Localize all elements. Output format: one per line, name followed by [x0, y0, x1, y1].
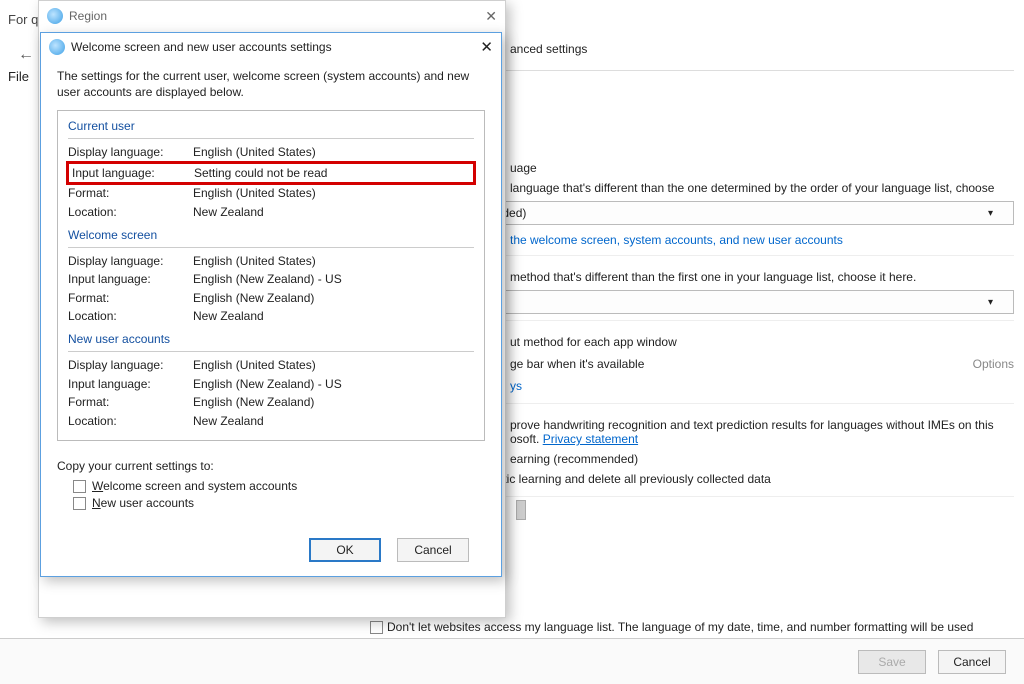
welcome-dialog-title: Welcome screen and new user accounts set… [71, 40, 332, 54]
handwriting-text2: osoft. [510, 432, 539, 446]
chevron-down-icon: ▾ [988, 297, 993, 308]
cu-inputlang-k: Input language: [69, 164, 194, 183]
ws-format-v: English (New Zealand) [193, 289, 474, 308]
nu-displaylang-v: English (United States) [193, 356, 474, 375]
save-button[interactable]: Save [858, 650, 926, 674]
cu-location-k: Location: [68, 203, 193, 222]
options-link[interactable]: Options [973, 357, 1014, 371]
file-menu[interactable]: File [8, 69, 29, 84]
ws-inputlang-v: English (New Zealand) - US [193, 270, 474, 289]
ok-button[interactable]: OK [309, 538, 381, 562]
new-user-checkbox-label: New user accounts [92, 496, 194, 510]
nu-inputlang-v: English (New Zealand) - US [193, 375, 474, 394]
chevron-down-icon: ▾ [988, 208, 993, 219]
cancel-button[interactable]: Cancel [397, 538, 469, 562]
nu-format-k: Format: [68, 393, 193, 412]
dont-let-checkbox[interactable] [370, 621, 383, 634]
cu-displaylang-v: English (United States) [193, 143, 474, 162]
welcome-screen-checkbox-label: Welcome screen and system accounts [92, 479, 297, 493]
bottom-action-bar: Save Cancel [0, 638, 1024, 684]
welcome-screen-checkbox[interactable] [73, 480, 86, 493]
apply-to-accounts-link[interactable]: the welcome screen, system accounts, and… [510, 233, 843, 247]
language-dropdown[interactable]: ended) ▾ [480, 201, 1014, 225]
nu-format-v: English (New Zealand) [193, 393, 474, 412]
nu-location-k: Location: [68, 412, 193, 431]
group-new-user: New user accounts [68, 330, 474, 348]
ws-location-k: Location: [68, 307, 193, 326]
globe-icon [47, 8, 63, 24]
cu-inputlang-v: Setting could not be read [194, 164, 473, 183]
cu-format-v: English (United States) [193, 184, 474, 203]
cu-location-v: New Zealand [193, 203, 474, 222]
nu-displaylang-k: Display language: [68, 356, 193, 375]
welcome-dialog-body: The settings for the current user, welco… [41, 61, 501, 562]
globe-icon [49, 39, 65, 55]
copy-settings-label: Copy your current settings to: [57, 459, 485, 473]
group-current-user: Current user [68, 117, 474, 135]
region-titlebar: Region ✕ [39, 1, 505, 31]
cancel-button[interactable]: Cancel [938, 650, 1006, 674]
intro-text: The settings for the current user, welco… [57, 69, 485, 100]
ws-inputlang-k: Input language: [68, 270, 193, 289]
nu-location-v: New Zealand [193, 412, 474, 431]
dont-let-label: Don't let websites access my language li… [387, 620, 973, 634]
region-title-text: Region [69, 9, 107, 23]
back-arrow-icon[interactable]: ← [18, 46, 34, 64]
handwriting-text: prove handwriting recognition and text p… [510, 418, 994, 432]
cu-format-k: Format: [68, 184, 193, 203]
scrollbar-thumb[interactable] [516, 500, 526, 520]
highlight-input-language: Input language:Setting could not be read [66, 161, 476, 186]
ws-location-v: New Zealand [193, 307, 474, 326]
settings-groupbox: Current user Display language:English (U… [57, 110, 485, 441]
group-welcome-screen: Welcome screen [68, 226, 474, 244]
new-user-checkbox[interactable] [73, 497, 86, 510]
close-icon[interactable]: ✕ [485, 8, 497, 25]
cu-displaylang-k: Display language: [68, 143, 193, 162]
welcome-dialog-titlebar: Welcome screen and new user accounts set… [41, 33, 501, 61]
ws-format-k: Format: [68, 289, 193, 308]
welcome-settings-dialog: Welcome screen and new user accounts set… [40, 32, 502, 577]
for-label: For q [8, 12, 38, 27]
close-icon[interactable]: ✕ [480, 38, 493, 56]
nu-inputlang-k: Input language: [68, 375, 193, 394]
ws-displaylang-k: Display language: [68, 252, 193, 271]
privacy-statement-link[interactable]: Privacy statement [543, 432, 638, 446]
ws-displaylang-v: English (United States) [193, 252, 474, 271]
keyboard-dropdown[interactable]: S ▾ [480, 290, 1014, 314]
